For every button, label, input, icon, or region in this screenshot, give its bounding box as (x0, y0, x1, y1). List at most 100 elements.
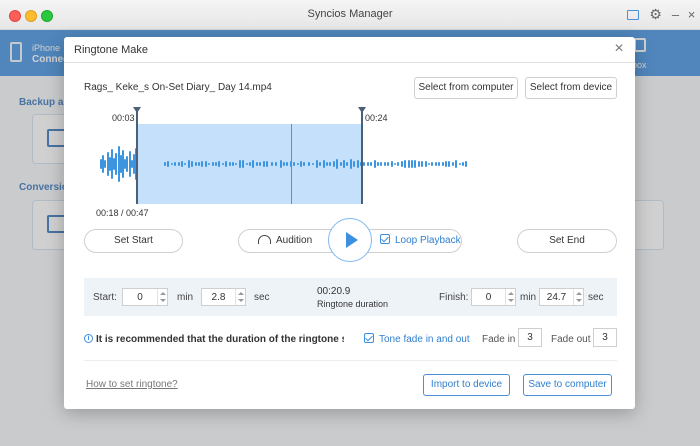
down-arrow-icon[interactable] (508, 299, 514, 302)
finish-min-unit: min (520, 292, 537, 303)
tone-fade-checkbox[interactable]: Tone fade in and out (364, 333, 470, 345)
waveform-bar (215, 162, 217, 166)
waveform-bar (286, 162, 289, 166)
play-icon (346, 232, 358, 248)
waveform-bar (366, 161, 369, 167)
screen-icon[interactable] (627, 10, 639, 20)
waveform-bar (194, 161, 197, 167)
waveform-bar (255, 162, 258, 166)
waveform-bar (329, 162, 332, 166)
stepper-arrows[interactable] (573, 289, 583, 305)
waveform-bar (322, 160, 325, 168)
start-marker[interactable] (136, 111, 138, 204)
playback-progress: 00:18 / 00:47 (96, 208, 149, 218)
finish-sec-unit: sec (588, 292, 604, 303)
waveform-bar (187, 160, 190, 168)
stepper-arrows[interactable] (235, 289, 245, 305)
waveform-bar (299, 160, 302, 168)
divider (84, 360, 617, 361)
start-sec-stepper[interactable] (201, 288, 246, 306)
fade-in-input[interactable]: 3 (518, 328, 542, 347)
finish-sec-stepper[interactable] (539, 288, 584, 306)
waveform-bar (380, 161, 383, 167)
close-icon[interactable]: × (684, 7, 699, 22)
gear-icon[interactable]: ⚙ (648, 7, 663, 22)
waveform-bar (417, 160, 420, 168)
waveform-bar (191, 161, 194, 167)
waveform-bar (293, 162, 296, 166)
waveform-bar (458, 162, 461, 165)
waveform-bar (356, 160, 359, 168)
headphone-icon (258, 235, 271, 244)
audition-label: Audition (276, 235, 313, 246)
audition-button[interactable]: Audition (258, 229, 312, 253)
loop-playback-checkbox[interactable]: Loop Playback (380, 229, 461, 253)
waveform-bar (315, 160, 318, 168)
waveform-bar (421, 161, 424, 167)
tone-fade-label: Tone fade in and out (379, 334, 470, 345)
how-to-set-ringtone-link[interactable]: How to set ringtone? (86, 379, 178, 390)
up-arrow-icon[interactable] (508, 292, 514, 295)
minimize-icon[interactable]: – (668, 7, 683, 22)
start-min-stepper[interactable] (122, 288, 168, 306)
save-to-computer-button[interactable]: Save to computer (523, 374, 612, 396)
down-arrow-icon[interactable] (160, 299, 166, 302)
import-to-device-button[interactable]: Import to device (423, 374, 510, 396)
waveform-bar (438, 162, 441, 166)
waveform-bar (336, 158, 339, 170)
waveform-bar (266, 160, 268, 167)
set-end-button[interactable]: Set End (517, 229, 617, 253)
waveform-bar (373, 160, 376, 168)
waveform-bar (407, 160, 410, 168)
waveform-bar (349, 159, 352, 169)
waveform-bar (427, 162, 430, 166)
down-arrow-icon[interactable] (576, 299, 582, 302)
waveform-bar (455, 160, 458, 168)
down-arrow-icon[interactable] (238, 299, 244, 302)
waveform-bar (363, 161, 366, 167)
ringtone-duration-value: 00:20.9 (317, 286, 351, 297)
window-titlebar: Syncios Manager ⚙ – × (0, 0, 700, 30)
waveform-bar (307, 161, 310, 167)
play-button[interactable] (328, 218, 372, 262)
waveform-bar (414, 160, 417, 168)
end-marker[interactable] (361, 111, 363, 204)
waveform-bar (400, 160, 403, 168)
waveform-bar (376, 161, 379, 167)
waveform-bar (181, 161, 183, 167)
fade-out-input[interactable]: 3 (593, 328, 617, 347)
up-arrow-icon[interactable] (576, 292, 582, 295)
waveform[interactable]: 00:03 00:24 (64, 37, 635, 237)
waveform-bar (245, 162, 248, 166)
waveform-bar (270, 162, 273, 166)
loop-playback-label: Loop Playback (395, 235, 461, 246)
waveform-bar (387, 162, 390, 166)
waveform-bar (390, 160, 393, 168)
finish-min-stepper[interactable] (471, 288, 516, 306)
waveform-bar (393, 162, 396, 166)
set-start-button[interactable]: Set Start (84, 229, 183, 253)
waveform-bar (370, 161, 373, 167)
waveform-bar (383, 162, 386, 166)
end-marker-handle[interactable] (358, 107, 366, 113)
waveform-bar (431, 162, 434, 166)
up-arrow-icon[interactable] (160, 292, 166, 295)
finish-label: Finish: (439, 292, 469, 303)
start-time-label: 00:03 (112, 113, 135, 123)
start-min-unit: min (177, 292, 194, 303)
waveform-bar (174, 162, 177, 166)
stepper-arrows[interactable] (157, 289, 167, 305)
info-icon: i (84, 334, 93, 343)
up-arrow-icon[interactable] (238, 292, 244, 295)
stepper-arrows[interactable] (505, 289, 515, 305)
waveform-bar (242, 160, 245, 168)
checkbox-checked-icon (364, 333, 374, 343)
fade-out-label: Fade out (551, 334, 591, 345)
fade-in-label: Fade in (482, 334, 516, 345)
waveform-bar (451, 162, 454, 166)
ringtone-make-dialog: Ringtone Make × Rags_ Keke_s On-Set Diar… (64, 37, 635, 409)
start-label: Start: (93, 292, 117, 303)
waveform-bar (238, 160, 241, 168)
start-marker-handle[interactable] (133, 107, 141, 113)
waveform-bar (249, 161, 251, 167)
